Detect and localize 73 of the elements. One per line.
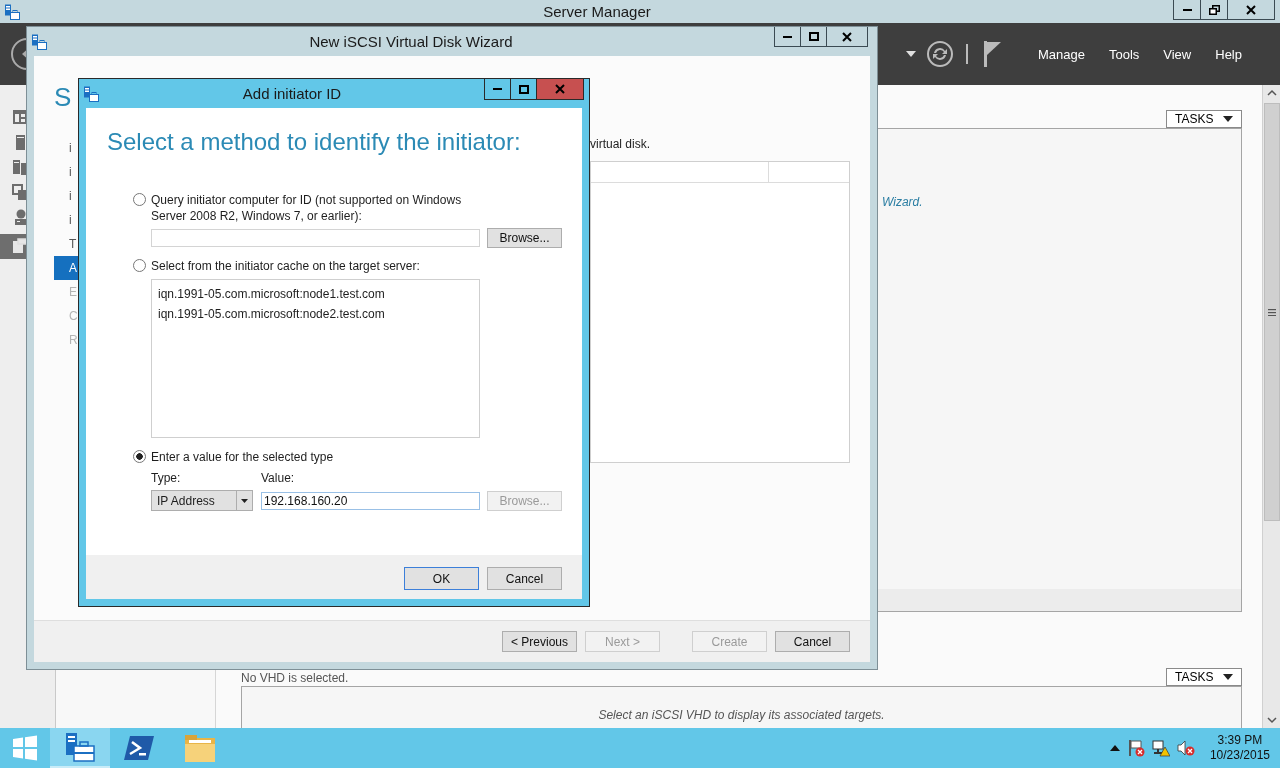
grid-icon xyxy=(12,109,29,126)
server-briefcase-icon xyxy=(31,33,47,50)
server-briefcase-icon xyxy=(4,3,20,20)
hint-text: Wizard. xyxy=(882,195,923,209)
network-server-icon xyxy=(12,209,29,226)
minimize-icon xyxy=(493,88,502,90)
close-button[interactable] xyxy=(826,27,868,47)
windows-logo-icon xyxy=(12,735,38,761)
flag-error-icon[interactable] xyxy=(1126,739,1145,757)
scrollbar[interactable] xyxy=(1262,85,1280,728)
caret-icon[interactable] xyxy=(905,51,916,57)
close-icon xyxy=(842,31,852,42)
window-title: Server Manager xyxy=(542,3,652,20)
wizard-button[interactable]: < Previous xyxy=(502,631,577,652)
maximize-icon xyxy=(518,84,529,94)
grip-icon xyxy=(1267,308,1276,316)
tasks-button[interactable]: TASKS xyxy=(1166,668,1242,686)
server-briefcase-icon xyxy=(64,732,96,762)
intro-text: virtual disk. xyxy=(590,137,652,151)
restore-icon xyxy=(1208,4,1220,15)
scroll-thumb[interactable] xyxy=(1263,103,1280,521)
type-dropdown[interactable]: IP Address xyxy=(151,490,253,511)
option-label: Query initiator computer for ID (not supported on Windows Server 2008 R2, Windows 7, or earlier): xyxy=(151,192,463,224)
caret-icon xyxy=(1223,674,1233,680)
minimize-icon xyxy=(1182,8,1192,11)
minimize-button[interactable] xyxy=(1173,0,1201,20)
field-label: Value: xyxy=(261,470,295,486)
minimize-button[interactable] xyxy=(774,27,801,47)
field-label: Type: xyxy=(151,470,182,486)
radio-button[interactable] xyxy=(133,450,146,463)
flag-icon[interactable] xyxy=(981,41,1002,67)
clock[interactable]: 3:39 PM 10/23/2015 xyxy=(1201,733,1280,763)
list-item[interactable]: iqn.1991-05.com.microsoft:node2.test.com xyxy=(158,304,473,324)
page-heading: S xyxy=(54,82,72,112)
folder-icon xyxy=(184,733,216,763)
close-icon xyxy=(555,84,565,94)
dialog-heading: Select a method to identify the initiator: xyxy=(107,128,522,156)
network-warning-icon[interactable] xyxy=(1151,739,1170,757)
menu-item[interactable]: Tools xyxy=(1096,46,1152,62)
wizard-button[interactable]: Cancel xyxy=(775,631,850,652)
list-item[interactable]: iqn.1991-05.com.microsoft:node1.test.com xyxy=(158,284,473,304)
terminal-icon xyxy=(124,733,156,763)
maximize-icon xyxy=(808,32,819,41)
menu-item[interactable]: Manage xyxy=(1025,46,1097,62)
input-field[interactable] xyxy=(151,229,480,247)
taskbar-app-button[interactable] xyxy=(50,728,110,768)
hint-text: Select an iSCSI VHD to display its associated targets. xyxy=(597,708,886,722)
status-text: No VHD is selected. xyxy=(241,671,349,686)
radio-button[interactable] xyxy=(133,259,146,272)
list-box[interactable]: iqn.1991-05.com.microsoft:node1.test.com iqn.1991-05.com.microsoft:node2.test.com xyxy=(151,279,480,438)
dialog-button[interactable]: OK xyxy=(404,567,479,590)
server-briefcase-icon xyxy=(83,85,99,102)
window-title: New iSCSI Virtual Disk Wizard xyxy=(308,33,514,50)
minimize-button[interactable] xyxy=(484,79,511,100)
browse-button[interactable]: Browse... xyxy=(487,228,562,248)
window-title: Add initiator ID xyxy=(241,85,343,102)
tasks-button[interactable]: TASKS xyxy=(1166,110,1242,128)
refresh-icon[interactable] xyxy=(925,40,954,68)
minimize-icon xyxy=(783,35,792,38)
close-icon xyxy=(1246,4,1256,15)
close-button[interactable] xyxy=(1227,0,1275,20)
caret-icon xyxy=(241,498,248,503)
option-label: Enter a value for the selected type xyxy=(151,449,334,465)
radio-button[interactable] xyxy=(133,193,146,206)
dialog-button[interactable]: Cancel xyxy=(487,567,562,590)
caret-icon xyxy=(1223,116,1233,122)
menu-item[interactable]: View xyxy=(1151,46,1204,62)
caret-up-icon[interactable] xyxy=(1109,745,1120,751)
stack-icon xyxy=(12,184,29,201)
menu-item[interactable]: Help xyxy=(1203,46,1254,62)
speaker-muted-icon[interactable] xyxy=(1176,739,1195,757)
input-field[interactable]: 192.168.160.20 xyxy=(261,491,480,510)
option-label: Select from the initiator cache on the target server: xyxy=(151,258,420,274)
